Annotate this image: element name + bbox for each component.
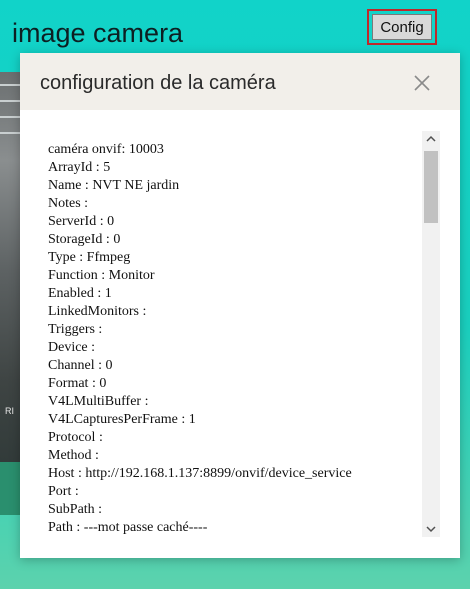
config-button[interactable]: Config xyxy=(372,14,432,40)
config-line: Host : http://192.168.1.137:8899/onvif/d… xyxy=(48,466,352,481)
modal-scrollbar[interactable] xyxy=(422,131,440,537)
config-line: Port : xyxy=(48,484,79,499)
scroll-thumb[interactable] xyxy=(424,151,438,223)
modal-title: configuration de la caméra xyxy=(40,72,276,94)
page-title: image camera xyxy=(12,18,184,48)
config-line: Device : xyxy=(48,340,96,355)
config-line: Method : xyxy=(48,448,99,463)
close-icon[interactable] xyxy=(410,71,434,95)
camera-overlay-text: RI xyxy=(5,406,14,416)
config-line: Enabled : 1 xyxy=(48,286,112,301)
config-line: Path : ---mot passe caché---- xyxy=(48,520,208,535)
config-line: SubPath : xyxy=(48,502,103,517)
config-line: Format : 0 xyxy=(48,376,107,391)
config-line: Type : Ffmpeg xyxy=(48,250,131,265)
camera-image: RI xyxy=(0,72,22,515)
config-line: LinkedMonitors : xyxy=(48,304,147,319)
modal-header: configuration de la caméra xyxy=(20,53,460,110)
scroll-down-icon[interactable] xyxy=(422,521,440,537)
config-line: V4LCapturesPerFrame : 1 xyxy=(48,412,196,427)
config-details: caméra onvif: 10003 ArrayId : 5 Name : NVT… xyxy=(48,141,442,537)
config-button-focus-ring[interactable]: Config xyxy=(367,9,437,45)
config-line: V4LMultiBuffer : xyxy=(48,394,149,409)
config-line: ServerId : 0 xyxy=(48,214,115,229)
config-line: Triggers : xyxy=(48,322,103,337)
config-line: Notes : xyxy=(48,196,89,211)
config-line: caméra onvif: 10003 xyxy=(48,142,164,157)
config-line: Protocol : xyxy=(48,430,103,445)
config-line: Channel : 0 xyxy=(48,358,113,373)
scroll-up-icon[interactable] xyxy=(422,131,440,147)
config-line: ArrayId : 5 xyxy=(48,160,111,175)
config-line: StorageId : 0 xyxy=(48,232,121,247)
config-line: Name : NVT NE jardin xyxy=(48,178,180,193)
camera-config-modal: configuration de la caméra caméra onvif:… xyxy=(20,53,460,558)
modal-body: caméra onvif: 10003 ArrayId : 5 Name : NVT… xyxy=(48,131,442,537)
config-line: Function : Monitor xyxy=(48,268,155,283)
